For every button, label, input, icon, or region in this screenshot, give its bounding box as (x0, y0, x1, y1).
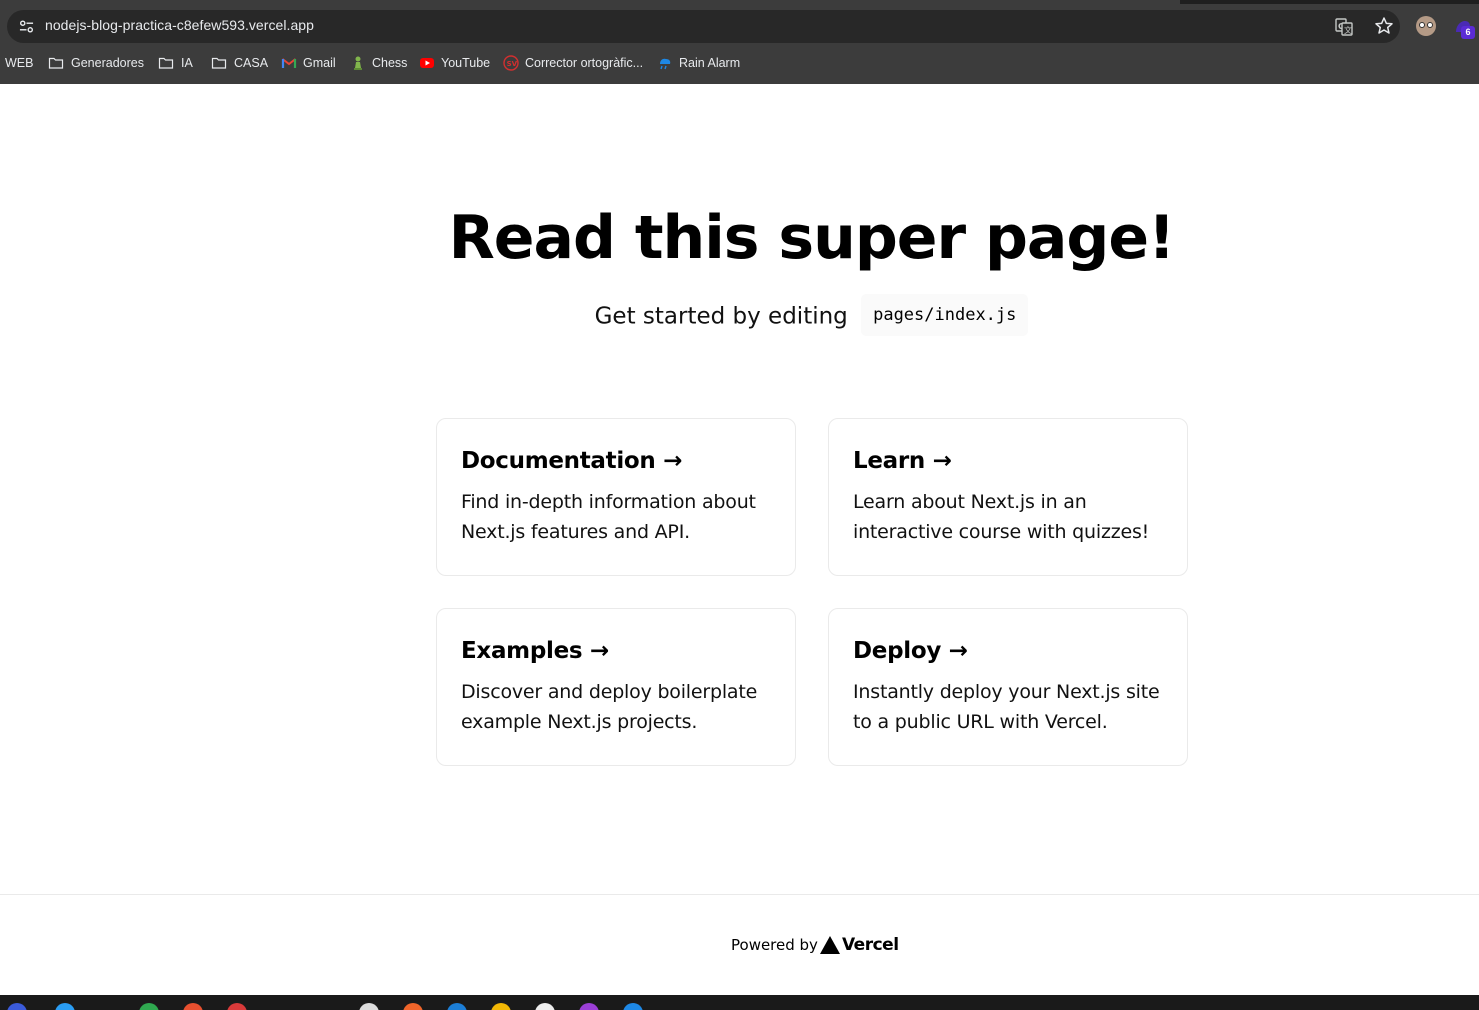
bookmark-label: YouTube (441, 56, 491, 70)
bookmark-folder-casa[interactable]: CASA (211, 52, 268, 74)
bookmark-corrector[interactable]: SV Corrector ortogràfic... (503, 52, 643, 74)
active-tab-line (0, 0, 1180, 4)
taskbar-app-icon[interactable] (403, 1003, 423, 1010)
tab-strip-edge (0, 0, 1479, 4)
bookmark-label: WEB (5, 56, 34, 70)
card-title: Documentation → (461, 448, 683, 474)
bookmark-gmail[interactable]: Gmail (281, 52, 336, 74)
folder-icon (158, 57, 174, 69)
taskbar-app-icon[interactable] (579, 1003, 599, 1010)
address-bar[interactable]: nodejs-blog-practica-c8efew593.vercel.ap… (7, 10, 1400, 43)
taskbar-app-icon[interactable] (359, 1003, 379, 1010)
bookmark-web[interactable]: WEB (5, 52, 33, 74)
web-page: Read this super page! Get started by edi… (0, 84, 1479, 995)
avatar-eye-right (1427, 22, 1433, 28)
taskbar-app-icon[interactable] (139, 1003, 159, 1010)
card-examples[interactable]: Examples → Discover and deploy boilerpla… (436, 608, 796, 766)
avatar-eye-left (1419, 22, 1425, 28)
taskbar-app-icon[interactable] (447, 1003, 467, 1010)
powered-by-vercel-link[interactable]: Powered by Vercel (731, 935, 899, 955)
taskbar-app-icon[interactable] (535, 1003, 555, 1010)
folder-icon (211, 57, 227, 69)
card-learn[interactable]: Learn → Learn about Next.js in an intera… (828, 418, 1188, 576)
bookmark-folder-ia[interactable]: IA (158, 52, 193, 74)
bookmark-rain-alarm[interactable]: Rain Alarm (657, 52, 740, 74)
chess-pawn-icon (354, 56, 362, 70)
vercel-logo: Vercel (819, 935, 899, 955)
bookmarks-bar: WEB Generadores IA CASA Gmail Chess YouT… (0, 52, 1479, 74)
browser-chrome: nodejs-blog-practica-c8efew593.vercel.ap… (0, 0, 1479, 84)
card-description: Find in-depth information about Next.js … (461, 491, 756, 543)
extension-badge-count: 6 (1461, 26, 1475, 39)
card-documentation[interactable]: Documentation → Find in-depth informatio… (436, 418, 796, 576)
vercel-wordmark: Vercel (841, 935, 899, 955)
code-snippet: pages/index.js (861, 294, 1029, 336)
taskbar-app-icon[interactable] (227, 1003, 247, 1010)
card-description: Instantly deploy your Next.js site to a … (853, 681, 1160, 733)
taskbar-app-icon[interactable] (55, 1003, 75, 1010)
bookmark-label: CASA (234, 56, 269, 70)
url-text[interactable]: nodejs-blog-practica-c8efew593.vercel.ap… (45, 17, 314, 33)
card-description: Learn about Next.js in an interactive co… (853, 491, 1150, 543)
os-taskbar (0, 995, 1479, 1010)
page-title: Read this super page! (448, 203, 1176, 273)
card-description: Discover and deploy boilerplate example … (461, 681, 758, 733)
bookmark-chess[interactable]: Chess (350, 52, 407, 74)
rain-alarm-icon (660, 58, 671, 70)
taskbar-app-icon[interactable] (7, 1003, 27, 1010)
page-subtitle: Get started by editing pages/index.js (0, 294, 1479, 338)
vercel-triangle-icon (819, 936, 840, 954)
bookmark-label: Generadores (71, 56, 144, 70)
bookmark-label: IA (181, 56, 193, 70)
card-deploy[interactable]: Deploy → Instantly deploy your Next.js s… (828, 608, 1188, 766)
bookmark-label: Chess (372, 56, 408, 70)
subtitle-text: Get started by editing (594, 303, 848, 330)
card-title: Learn → (853, 448, 952, 474)
corrector-icon: SV (503, 55, 519, 71)
youtube-icon (420, 58, 434, 68)
bookmark-youtube[interactable]: YouTube (419, 52, 490, 74)
bookmark-star-icon[interactable] (1374, 16, 1394, 36)
taskbar-app-icon[interactable] (623, 1003, 643, 1010)
bookmark-folder-generadores[interactable]: Generadores (48, 52, 144, 74)
svg-text:SV: SV (507, 60, 518, 68)
folder-icon (48, 57, 64, 69)
profile-avatar-icon[interactable] (1416, 16, 1436, 36)
translate-icon[interactable]: G 文 (1334, 17, 1354, 37)
taskbar-app-icon[interactable] (183, 1003, 203, 1010)
bookmark-label: Gmail (303, 56, 336, 70)
bookmark-label: Corrector ortogràfic... (525, 56, 644, 70)
card-title: Deploy → (853, 638, 968, 664)
svg-text:文: 文 (1344, 25, 1352, 35)
bookmark-label: Rain Alarm (679, 56, 741, 70)
page-footer: Powered by Vercel (0, 894, 1479, 995)
gmail-icon (281, 58, 297, 68)
powered-by-label: Powered by (731, 936, 818, 954)
site-info-icon[interactable] (19, 19, 34, 34)
taskbar-app-icon[interactable] (491, 1003, 511, 1010)
card-title: Examples → (461, 638, 609, 664)
